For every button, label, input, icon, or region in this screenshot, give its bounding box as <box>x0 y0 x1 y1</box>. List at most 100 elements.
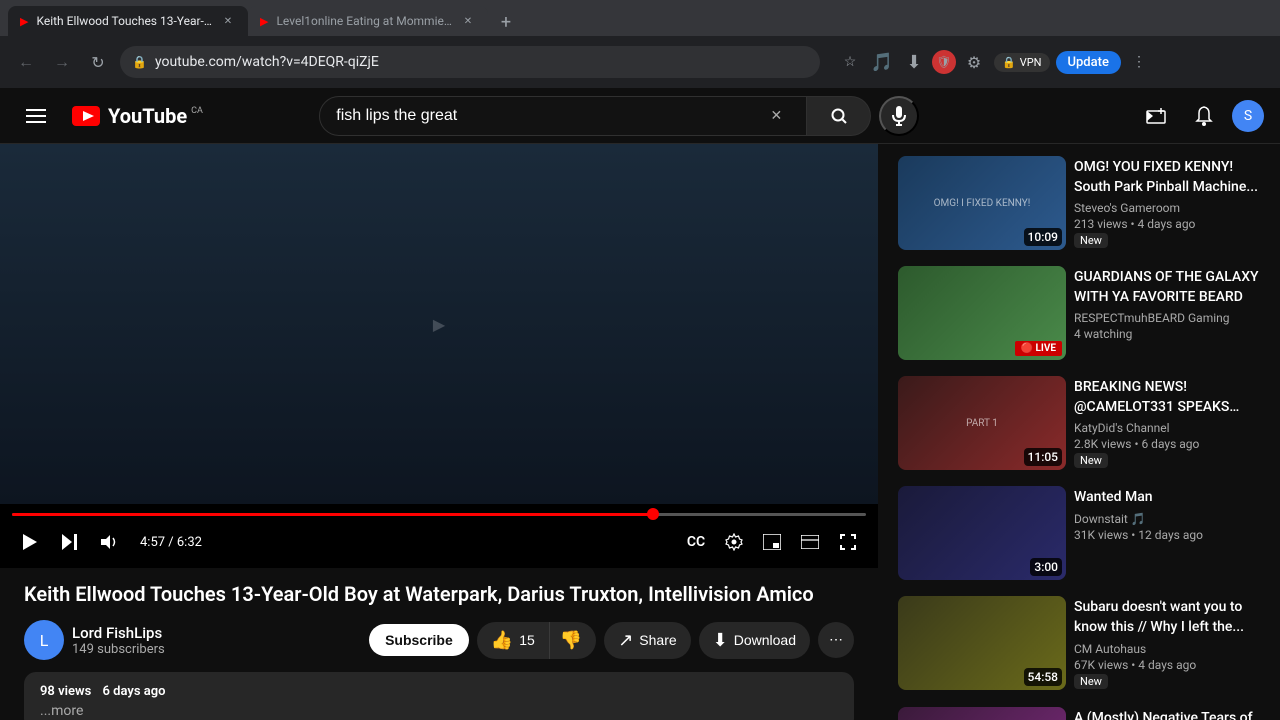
menu-button[interactable] <box>16 96 56 136</box>
share-button[interactable]: ↗ Share <box>604 622 690 659</box>
volume-button[interactable] <box>92 524 128 560</box>
rec-info: Wanted Man Downstait 🎵 31K views • 12 da… <box>1074 486 1260 580</box>
channel-name[interactable]: Lord FishLips <box>72 624 361 642</box>
watching-count: 4 watching <box>1074 327 1260 341</box>
user-avatar[interactable]: S <box>1232 100 1264 132</box>
subscribe-button[interactable]: Subscribe <box>369 624 469 656</box>
tab-1[interactable]: ▶ Keith Ellwood Touches 13-Year-O... ✕ <box>8 6 248 36</box>
address-bar[interactable]: 🔒 youtube.com/watch?v=4DEQR-qiZjE <box>120 46 820 78</box>
rec-duration: 54:58 <box>1024 668 1062 686</box>
extension-icon-vpn[interactable]: 🔒VPN <box>994 53 1050 72</box>
rec-info: OMG! YOU FIXED KENNY! South Park Pinball… <box>1074 156 1260 250</box>
extension-icon-1[interactable]: 🎵 <box>868 48 896 76</box>
rec-item-2[interactable]: PART 1 11:05 BREAKING NEWS! @CAMELOT331 … <box>894 372 1264 474</box>
video-meta-row: L Lord FishLips 149 subscribers Subscrib… <box>24 620 854 660</box>
tab-bar: ▶ Keith Ellwood Touches 13-Year-O... ✕ ▶… <box>0 0 1280 36</box>
share-icon: ↗ <box>618 630 633 651</box>
update-button[interactable]: Update <box>1056 51 1121 74</box>
rec-info: Subaru doesn't want you to know this // … <box>1074 596 1260 690</box>
next-button[interactable] <box>52 524 88 560</box>
voice-search-button[interactable] <box>879 96 919 136</box>
yt-header: YouTube CA ✕ <box>0 88 1280 144</box>
extension-icon-3[interactable]: 🛡 <box>932 50 956 74</box>
like-icon: 👍 <box>491 630 513 651</box>
rec-title: GUARDIANS OF THE GALAXY WITH YA FAVORITE… <box>1074 268 1260 307</box>
address-text: youtube.com/watch?v=4DEQR-qiZjE <box>155 54 808 70</box>
rec-item-3[interactable]: 3:00 Wanted Man Downstait 🎵 31K views • … <box>894 482 1264 584</box>
video-title: Keith Ellwood Touches 13-Year-Old Boy at… <box>24 580 854 608</box>
extension-icon-2[interactable]: ⬇ <box>900 48 928 76</box>
rec-channel: Steveo's Gameroom <box>1074 201 1260 215</box>
subtitles-button[interactable]: CC <box>678 524 714 560</box>
browser-menu-button[interactable]: ⋮ <box>1125 48 1153 76</box>
yt-logo-badge: CA <box>191 106 203 116</box>
rec-title: OMG! YOU FIXED KENNY! South Park Pinball… <box>1074 158 1260 197</box>
view-count: 98 views <box>40 684 91 699</box>
dislike-button[interactable]: 👎 <box>549 622 596 659</box>
more-actions-button[interactable]: ⋯ <box>818 622 854 658</box>
like-button[interactable]: 👍 15 <box>477 622 549 659</box>
rec-info: GUARDIANS OF THE GALAXY WITH YA FAVORITE… <box>1074 266 1260 360</box>
rec-new-badge: New <box>1074 233 1108 248</box>
channel-avatar-letter: L <box>40 631 49 650</box>
rec-item-0[interactable]: OMG! I FIXED KENNY! 10:09 OMG! YOU FIXED… <box>894 152 1264 254</box>
video-player-container: ▶ <box>0 144 878 568</box>
play-button[interactable] <box>12 524 48 560</box>
rec-item-5[interactable]: TotK REV 38:55 A (Mostly) Negative Tears… <box>894 703 1264 720</box>
miniplayer-button[interactable] <box>754 524 790 560</box>
video-player: ▶ <box>0 144 878 504</box>
rec-item-1[interactable]: 🔴 LIVE GUARDIANS OF THE GALAXY WITH YA F… <box>894 262 1264 364</box>
back-button[interactable]: ← <box>12 48 40 76</box>
refresh-button[interactable]: ↻ <box>84 48 112 76</box>
fullscreen-button[interactable] <box>830 524 866 560</box>
notifications-button[interactable] <box>1184 96 1224 136</box>
video-frame: ▶ <box>0 144 878 504</box>
share-label: Share <box>639 632 676 648</box>
create-button[interactable] <box>1136 96 1176 136</box>
rec-duration: 11:05 <box>1024 448 1062 466</box>
settings-button[interactable] <box>716 524 752 560</box>
ctrl-right: CC <box>678 524 866 560</box>
tab-2[interactable]: ▶ Level1online Eating at Mommies Kitch..… <box>248 6 488 36</box>
rec-channel: Downstait 🎵 <box>1074 512 1260 526</box>
channel-avatar[interactable]: L <box>24 620 64 660</box>
browser-chrome: ▶ Keith Ellwood Touches 13-Year-O... ✕ ▶… <box>0 0 1280 88</box>
rec-channel: KatyDid's Channel <box>1074 421 1260 435</box>
extension-icon-4[interactable]: ⚙ <box>960 48 988 76</box>
action-buttons: 👍 15 👎 ↗ Share ⬇ <box>477 622 854 659</box>
search-container: ✕ <box>319 96 919 136</box>
rec-thumbnail: OMG! I FIXED KENNY! 10:09 <box>898 156 1066 250</box>
forward-button[interactable]: → <box>48 48 76 76</box>
download-label: Download <box>734 632 796 648</box>
theater-button[interactable] <box>792 524 828 560</box>
live-badge: 🔴 LIVE <box>1015 341 1062 356</box>
progress-bar-bg <box>12 513 866 516</box>
tab-1-close[interactable]: ✕ <box>220 13 236 29</box>
search-button[interactable] <box>807 96 871 136</box>
rec-thumbnail: 54:58 <box>898 596 1066 690</box>
video-description: 98 views 6 days ago ...more <box>24 672 854 720</box>
progress-thumb <box>647 508 659 520</box>
search-clear-icon[interactable]: ✕ <box>763 108 791 124</box>
tab-2-close[interactable]: ✕ <box>460 13 476 29</box>
yt-logo[interactable]: YouTube CA <box>72 104 203 128</box>
rec-item-4[interactable]: 54:58 Subaru doesn't want you to know th… <box>894 592 1264 694</box>
tab-2-favicon: ▶ <box>260 15 268 28</box>
progress-bar-container[interactable] <box>12 508 866 520</box>
rec-info: A (Mostly) Negative Tears of the Kingdom… <box>1074 707 1260 720</box>
nav-bar: ← → ↻ 🔒 youtube.com/watch?v=4DEQR-qiZjE … <box>0 36 1280 88</box>
desc-more[interactable]: ...more <box>40 703 838 719</box>
rec-stats: 67K views • 4 days ago <box>1074 658 1260 672</box>
download-button[interactable]: ⬇ Download <box>699 622 810 659</box>
rec-title: BREAKING NEWS! @CAMELOT331 SPEAKS OUT... <box>1074 378 1260 417</box>
channel-info: Lord FishLips 149 subscribers <box>72 624 361 657</box>
search-input[interactable] <box>336 107 762 125</box>
bookmark-button[interactable]: ☆ <box>836 48 864 76</box>
dislike-icon: 👎 <box>560 630 582 651</box>
rec-channel: CM Autohaus <box>1074 642 1260 656</box>
rec-title: A (Mostly) Negative Tears of the Kingdom… <box>1074 709 1260 720</box>
yt-sidebar: OMG! I FIXED KENNY! 10:09 OMG! YOU FIXED… <box>878 144 1280 720</box>
rec-new-badge: New <box>1074 674 1108 689</box>
new-tab-button[interactable]: + <box>492 8 520 36</box>
download-icon: ⬇ <box>713 630 728 651</box>
